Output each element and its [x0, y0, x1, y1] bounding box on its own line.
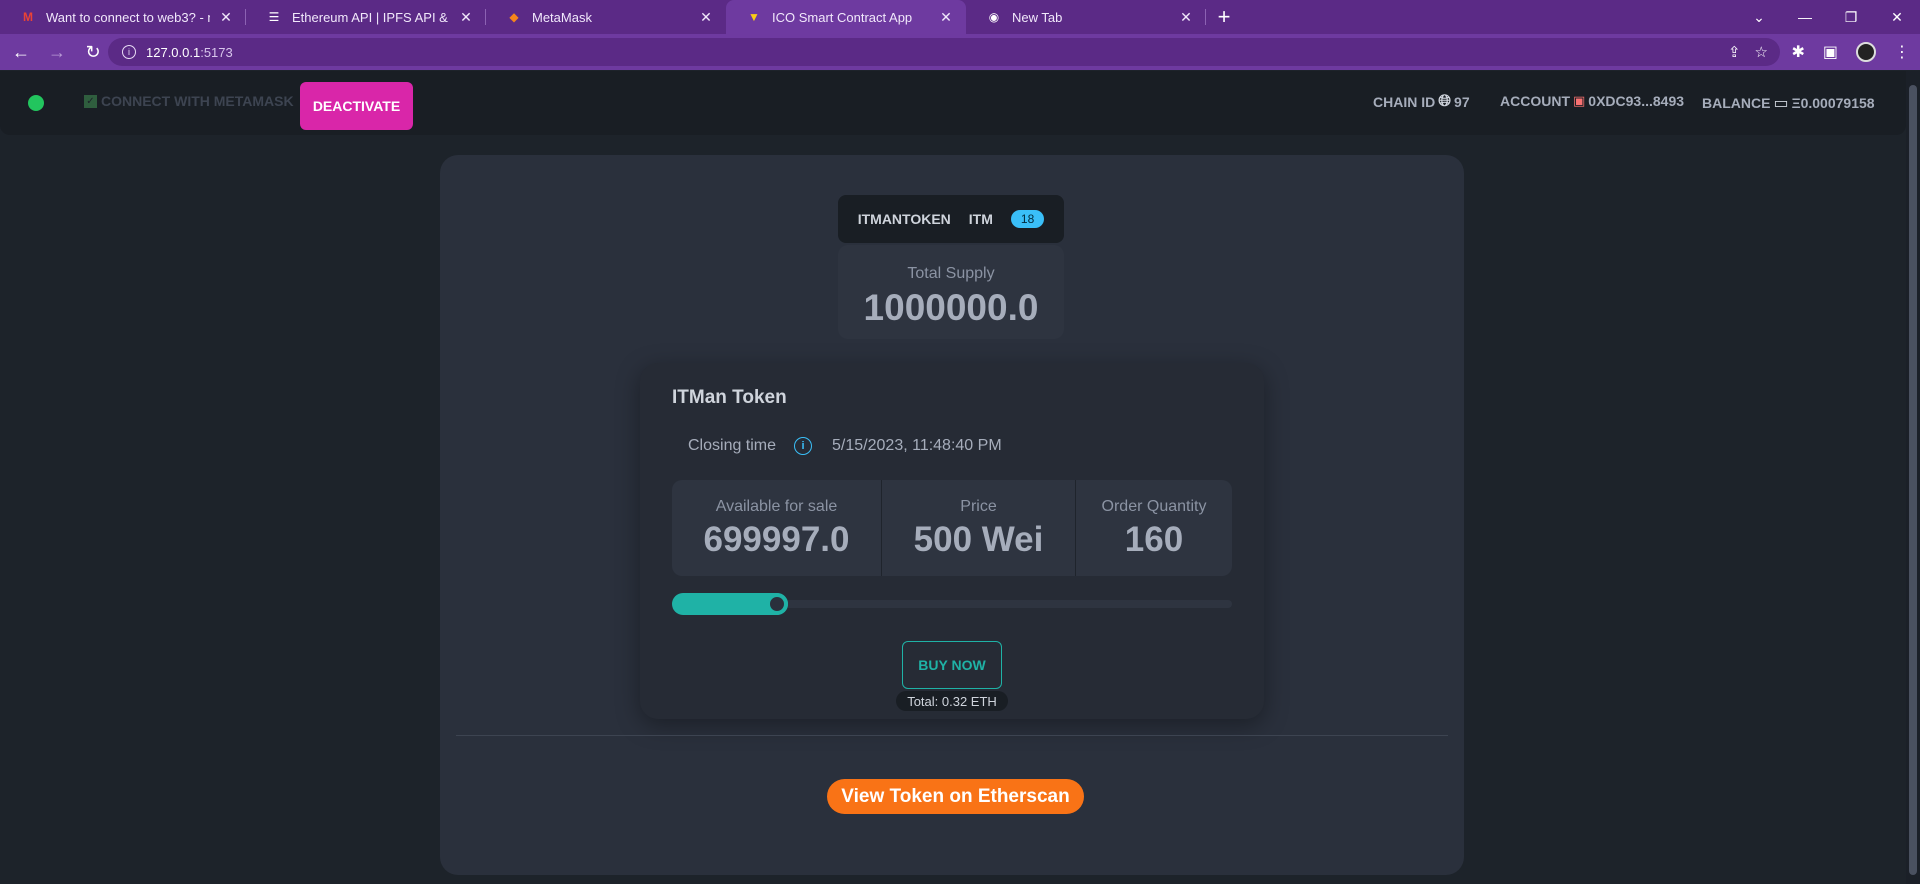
forward-arrow-icon[interactable]: →: [42, 37, 72, 67]
bookmark-star-icon[interactable]: ☆: [1755, 43, 1768, 61]
tab-title: Ethereum API | IPFS API & Gatew: [292, 9, 450, 25]
share-icon[interactable]: ⇪: [1728, 43, 1741, 61]
browser-tab[interactable]: ◉ New Tab ✕: [966, 0, 1206, 34]
closing-time-label: Closing time: [688, 437, 777, 454]
closing-time-value: 5/15/2023, 11:48:40 PM: [832, 437, 1002, 454]
chain-id-label: CHAIN ID: [1373, 94, 1436, 110]
metamask-icon: ◆: [509, 10, 519, 24]
available-for-sale-stat: Available for sale 699997.0: [672, 480, 882, 576]
page-scrollbar[interactable]: [1906, 71, 1920, 884]
account-value: 0XDC93...8493: [1588, 93, 1685, 109]
globe-icon: 🌐︎: [1438, 93, 1452, 110]
site-info-icon[interactable]: i: [122, 45, 136, 59]
browser-menu-icon[interactable]: ⋮: [1894, 42, 1910, 62]
window-close-button[interactable]: ✕: [1874, 0, 1920, 34]
reload-icon[interactable]: ↻: [78, 37, 108, 67]
total-supply-value: 1000000.0: [863, 287, 1039, 328]
token-header: ITMANTOKEN ITM 18: [838, 195, 1064, 243]
balance-label: BALANCE: [1702, 95, 1771, 111]
wallet-card-icon: ▭: [1773, 95, 1789, 112]
tab-search-chevron-icon[interactable]: ⌄: [1736, 0, 1782, 34]
gmail-icon: M: [23, 10, 33, 24]
token-name: ITMANTOKEN: [857, 211, 951, 227]
balance-value: Ξ0.00079158: [1791, 95, 1875, 111]
address-bar-actions: ⇪ ☆: [1728, 38, 1768, 66]
account-display: ACCOUNT ▣ 0XDC93...8493: [1500, 93, 1684, 109]
tab-title: MetaMask: [532, 9, 592, 25]
token-symbol: ITM: [968, 211, 993, 227]
close-icon[interactable]: ✕: [1178, 9, 1194, 26]
sale-stats: Available for sale 699997.0 Price 500 We…: [672, 480, 1232, 576]
sale-title: ITMan Token: [672, 387, 787, 408]
address-bar[interactable]: i 127.0.0.1:5173 ⇪ ☆: [108, 38, 1780, 66]
info-icon[interactable]: i: [794, 437, 813, 455]
order-quantity-stat: Order Quantity 160: [1076, 480, 1232, 576]
app-navbar: ✓ CONNECT WITH METAMASK DEACTIVATE CHAIN…: [0, 71, 1906, 135]
scrollbar-thumb[interactable]: [1909, 85, 1917, 875]
browser-tab-bar: M Want to connect to web3? - most ✕ ☰ Et…: [0, 0, 1920, 34]
close-icon[interactable]: ✕: [218, 9, 234, 26]
chain-id-value: 97: [1454, 94, 1470, 110]
stat-title: Order Quantity: [1101, 498, 1207, 515]
profile-avatar[interactable]: [1856, 42, 1876, 62]
tab-title: New Tab: [1012, 9, 1063, 25]
stat-value: 160: [1124, 520, 1184, 559]
url-host: 127.0.0.1: [146, 44, 201, 60]
back-arrow-icon[interactable]: ←: [6, 37, 36, 67]
close-icon[interactable]: ✕: [458, 9, 474, 26]
browser-tab-active[interactable]: ▼ ICO Smart Contract App ✕: [726, 0, 966, 34]
buy-now-button[interactable]: BUY NOW: [902, 641, 1002, 689]
chain-id-display: CHAIN ID 🌐︎ 97: [1373, 93, 1470, 111]
price-stat: Price 500 Wei: [882, 480, 1076, 576]
decimals-badge: 18: [1010, 210, 1045, 228]
total-supply-stat: Total Supply 1000000.0: [838, 245, 1064, 339]
deactivate-button[interactable]: DEACTIVATE: [300, 82, 413, 130]
stat-title: Price: [960, 498, 997, 515]
extensions-puzzle-icon[interactable]: ✱: [1791, 42, 1804, 62]
restore-button[interactable]: ❐: [1828, 0, 1874, 34]
browser-toolbar: ← → ↻ i 127.0.0.1:5173 ⇪ ☆: [0, 34, 1920, 70]
tab-title: Want to connect to web3? - most: [46, 9, 210, 25]
connect-metamask-button[interactable]: ✓ CONNECT WITH METAMASK: [84, 93, 294, 109]
vite-icon: ▼: [748, 10, 760, 24]
stat-title: Available for sale: [715, 498, 838, 515]
slider-handle[interactable]: [766, 593, 788, 615]
connection-status-dot: [28, 95, 44, 111]
total-supply-label: Total Supply: [907, 265, 995, 282]
browser-tab[interactable]: ☰ Ethereum API | IPFS API & Gatew ✕: [246, 0, 486, 34]
closing-time-row: Closing time i 5/15/2023, 11:48:40 PM: [688, 437, 1002, 455]
new-tab-button[interactable]: +: [1206, 0, 1242, 34]
infura-icon: ☰: [268, 10, 280, 24]
total-cost-tooltip: Total: 0.32 ETH: [896, 691, 1008, 711]
browser-tab[interactable]: M Want to connect to web3? - most ✕: [0, 0, 246, 34]
url-port: :5173: [200, 44, 233, 60]
section-divider: [456, 735, 1448, 736]
browser-tab[interactable]: ◆ MetaMask ✕: [486, 0, 726, 34]
stat-value: 699997.0: [703, 520, 850, 559]
stat-value: 500 Wei: [913, 520, 1044, 559]
close-icon[interactable]: ✕: [698, 9, 714, 26]
view-on-etherscan-button[interactable]: View Token on Etherscan: [827, 779, 1084, 814]
token-sale-card: ITMan Token Closing time i 5/15/2023, 11…: [640, 363, 1264, 719]
account-label: ACCOUNT: [1500, 93, 1570, 109]
quantity-slider[interactable]: [672, 591, 1232, 617]
checkmark-icon: ✓: [84, 94, 97, 108]
side-panel-icon[interactable]: ▣: [1823, 42, 1838, 62]
balance-display: BALANCE ▭ Ξ0.00079158: [1702, 93, 1875, 113]
connect-metamask-label: CONNECT WITH METAMASK: [101, 93, 294, 109]
close-icon[interactable]: ✕: [938, 9, 954, 26]
browser-extension-icons: ✱ ▣ ⋮: [1791, 34, 1910, 70]
ico-panel: ITMANTOKEN ITM 18 Total Supply 1000000.0…: [440, 155, 1464, 875]
tab-title: ICO Smart Contract App: [772, 9, 913, 25]
tab-separator: [1205, 9, 1206, 25]
account-avatar-icon: ▣: [1573, 93, 1586, 108]
chrome-icon: ◉: [988, 10, 1000, 24]
minimize-button[interactable]: —: [1782, 0, 1828, 34]
